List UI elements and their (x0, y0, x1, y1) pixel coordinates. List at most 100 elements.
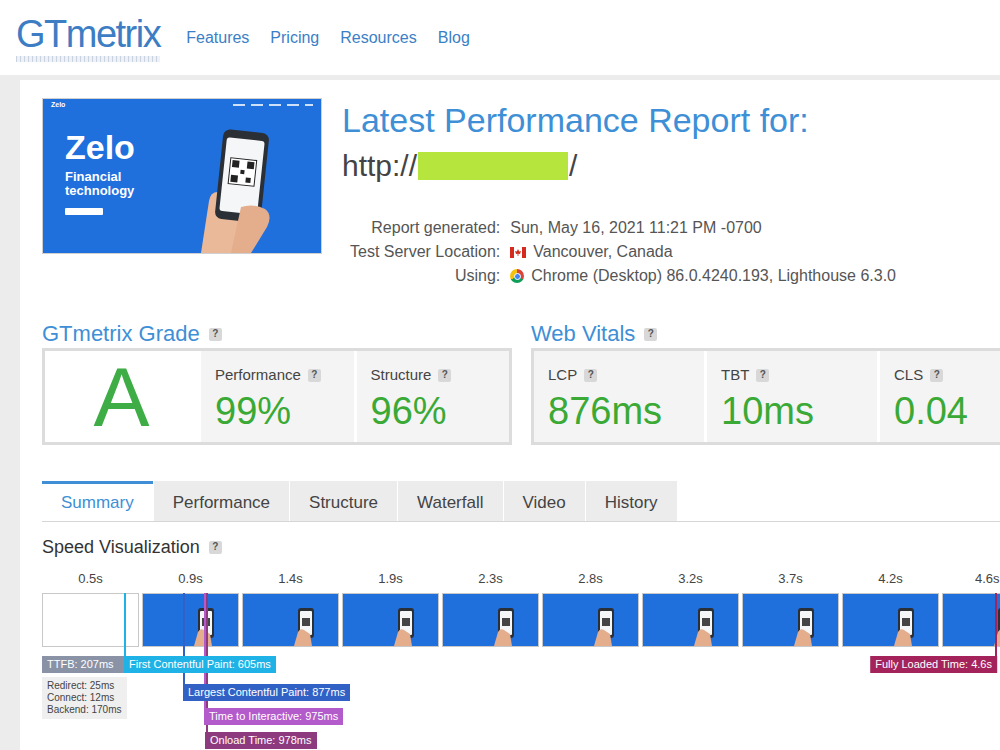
help-badge[interactable]: ? (209, 541, 222, 554)
filmstrip-frame[interactable] (342, 593, 439, 647)
frame-time: 1.9s (342, 571, 439, 587)
marker-label[interactable]: Largest Contentful Paint: 877ms (183, 684, 350, 701)
nav-link[interactable]: Pricing (270, 29, 319, 47)
metric-label: Performance ? (215, 365, 340, 385)
marker-label[interactable]: Fully Loaded Time: 4.6s (870, 656, 997, 673)
filmstrip-frame[interactable] (142, 593, 239, 647)
help-badge[interactable]: ? (438, 369, 451, 382)
url-prefix: http:// (342, 149, 417, 183)
detail-value: Vancouver, Canada (510, 240, 1000, 264)
logo-ruler (16, 56, 160, 62)
detail-label: Using: (350, 264, 500, 288)
frame-time: 4.2s (842, 571, 939, 587)
detail-value: Sun, May 16, 2021 11:21 PM -0700 (510, 216, 1000, 240)
tab[interactable]: Video (504, 481, 585, 521)
help-badge[interactable]: ? (644, 328, 657, 341)
screenshot-navbar: Zelo (43, 99, 321, 111)
tab[interactable]: Structure (290, 481, 397, 521)
site-screenshot: Zelo Zelo Financial technology (42, 98, 322, 254)
grade-metric: Performance ? 99% (201, 351, 354, 442)
filmstrip-frame[interactable] (642, 593, 739, 647)
screenshot-tagline: Financial technology (65, 170, 155, 198)
nav-link[interactable]: Resources (340, 29, 416, 47)
web-vital: CLS ? 0.04 (880, 351, 1000, 442)
metric-value: 99% (215, 389, 340, 433)
marker-label[interactable]: TTFB: 207ms (42, 656, 127, 673)
scores: GTmetrix Grade ? A Performance ? 99% Stru… (42, 320, 1000, 445)
filmstrip-frame[interactable] (442, 593, 539, 647)
metric-label: LCP ? (548, 365, 690, 385)
frame-time: 0.9s (142, 571, 239, 587)
phone-icon (490, 606, 520, 646)
timing-marker: Fully Loaded Time: 4.6s (870, 656, 997, 673)
marker-label[interactable]: Time to Interactive: 975ms (204, 708, 343, 725)
web-vital: LCP ? 876ms (534, 351, 704, 442)
phone-icon (790, 606, 820, 646)
grade-letter-cell: A (45, 351, 198, 442)
page: GTmetrix Features Pricing Resources Blog Ze… (0, 0, 1000, 750)
report-header: Zelo Zelo Financial technology Latest Pe… (42, 98, 1000, 288)
filmstrip-frame[interactable] (842, 593, 939, 647)
nav-link[interactable]: Features (186, 29, 249, 47)
detail-text: Vancouver, Canada (533, 240, 672, 264)
phone-icon (690, 606, 720, 646)
canada-flag-icon (510, 247, 526, 258)
phone-icon (590, 606, 620, 646)
tab[interactable]: Performance (154, 481, 289, 521)
web-vitals-title: Web Vitals ? (531, 320, 1000, 348)
metric-value: 0.04 (894, 389, 1000, 433)
tab[interactable]: Waterfall (398, 481, 502, 521)
tab[interactable]: History (586, 481, 677, 521)
frame-time: 3.7s (742, 571, 839, 587)
filmstrip (42, 593, 1000, 647)
marker-label[interactable]: First Contentful Paint: 605ms (124, 656, 276, 673)
phone-icon (390, 606, 420, 646)
metric-label: Structure ? (371, 365, 496, 385)
tab[interactable]: Summary (42, 481, 153, 521)
chrome-icon (510, 269, 524, 283)
logo-text[interactable]: GTmetrix (16, 14, 160, 54)
grade-title: GTmetrix Grade ? (42, 320, 512, 348)
phone-icon (890, 606, 920, 646)
hand-phone-icon (181, 123, 291, 253)
filmstrip-frame[interactable] (742, 593, 839, 647)
url-suffix: / (569, 149, 577, 183)
main-nav: Features Pricing Resources Blog (186, 29, 470, 47)
detail-value: Chrome (Desktop) 86.0.4240.193, Lighthou… (510, 264, 1000, 288)
phone-icon (290, 606, 320, 646)
metric-label: CLS ? (894, 365, 1000, 385)
frame-time: 2.8s (542, 571, 639, 587)
screenshot-hero: Zelo Financial technology (43, 111, 321, 253)
help-badge[interactable]: ? (209, 328, 222, 341)
marker-detail: Backend: 170ms (47, 704, 122, 716)
screenshot-brand: Zelo (51, 101, 65, 109)
screenshot-hero-text: Zelo Financial technology (43, 128, 155, 237)
gtmetrix-logo[interactable]: GTmetrix (16, 14, 160, 62)
filmstrip-frame[interactable] (242, 593, 339, 647)
metric-value: 10ms (721, 389, 863, 433)
help-badge[interactable]: ? (930, 369, 943, 382)
detail-text: Sun, May 16, 2021 11:21 PM -0700 (510, 216, 761, 240)
url-redaction (418, 152, 568, 180)
frame-time: 3.2s (642, 571, 739, 587)
report-title: Latest Performance Report for: (342, 98, 1000, 142)
marker-label[interactable]: Onload Time: 978ms (205, 732, 317, 749)
metric-value: 96% (371, 389, 496, 433)
timeline: TTFB: 207ms Redirect: 25msConnect: 12msB… (42, 593, 1000, 750)
filmstrip-frame[interactable] (542, 593, 639, 647)
speed-visualization-title: Speed Visualization ? (42, 536, 1000, 558)
detail-label: Report generated: (350, 216, 500, 240)
chrome-center (514, 273, 521, 280)
help-badge[interactable]: ? (756, 369, 769, 382)
help-badge[interactable]: ? (308, 369, 321, 382)
nav-link[interactable]: Blog (438, 29, 470, 47)
screenshot-nav-links (233, 104, 313, 106)
screenshot-button (65, 208, 103, 215)
report-panel: Zelo Zelo Financial technology Latest Pe… (20, 80, 1000, 750)
help-badge[interactable]: ? (584, 369, 597, 382)
detail-label: Test Server Location: (350, 240, 500, 264)
filmstrip-frame[interactable] (942, 593, 1000, 647)
report-details: Report generated: Sun, May 16, 2021 11:2… (342, 216, 1000, 288)
timing-marker: Time to Interactive: 975ms (204, 708, 343, 725)
frame-time: 4.6s (942, 571, 1000, 587)
